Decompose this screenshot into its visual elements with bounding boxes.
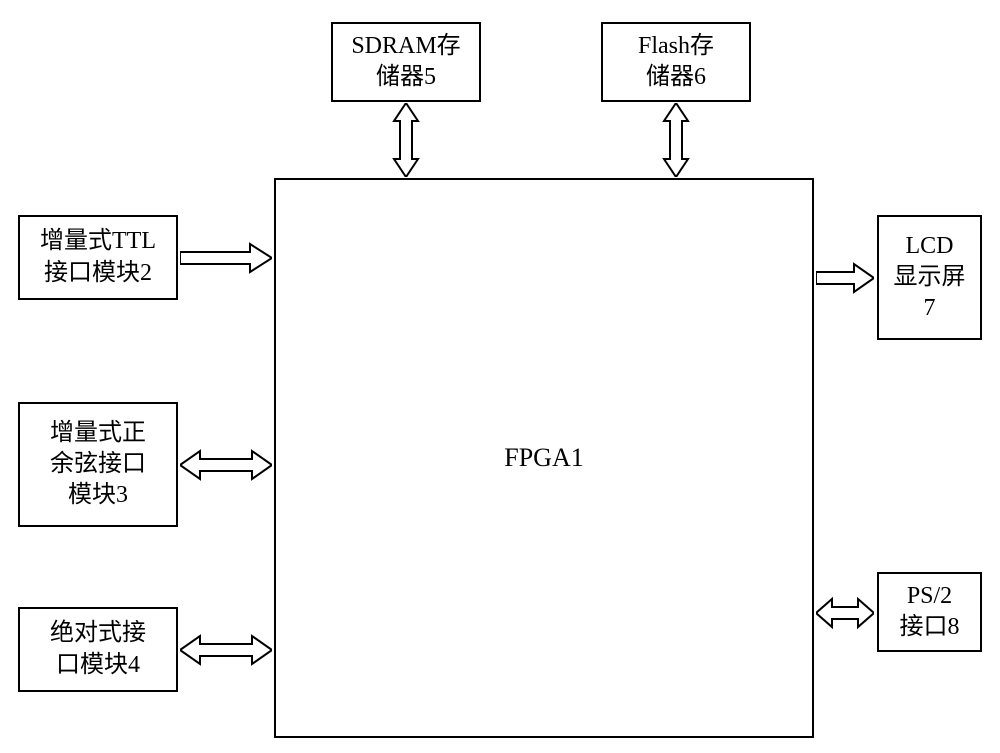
block-ttl: 增量式TTL 接口模块2 <box>18 215 178 300</box>
block-sdram: SDRAM存 储器5 <box>331 22 481 102</box>
arrow-absolute-fpga <box>180 632 272 668</box>
block-fpga: FPGA1 <box>274 178 814 738</box>
arrow-fpga-ps2 <box>816 595 874 631</box>
block-ps2: PS/2 接口8 <box>877 572 982 652</box>
arrow-sdram-fpga <box>388 103 424 177</box>
block-flash-label: Flash存 储器6 <box>638 31 714 93</box>
block-lcd-label: LCD 显示屏 7 <box>894 231 966 325</box>
block-ttl-label: 增量式TTL 接口模块2 <box>40 226 156 288</box>
block-sincos: 增量式正 余弦接口 模块3 <box>18 402 178 527</box>
block-sdram-label: SDRAM存 储器5 <box>351 31 460 93</box>
block-absolute-label: 绝对式接 口模块4 <box>50 618 146 680</box>
block-ps2-label: PS/2 接口8 <box>900 581 960 643</box>
block-lcd: LCD 显示屏 7 <box>877 215 982 340</box>
block-flash: Flash存 储器6 <box>601 22 751 102</box>
arrow-flash-fpga <box>658 103 694 177</box>
block-fpga-label: FPGA1 <box>504 441 583 475</box>
arrow-ttl-fpga <box>180 240 272 276</box>
arrow-sincos-fpga <box>180 447 272 483</box>
arrow-fpga-lcd <box>816 260 874 296</box>
block-absolute: 绝对式接 口模块4 <box>18 607 178 692</box>
block-sincos-label: 增量式正 余弦接口 模块3 <box>50 418 146 512</box>
